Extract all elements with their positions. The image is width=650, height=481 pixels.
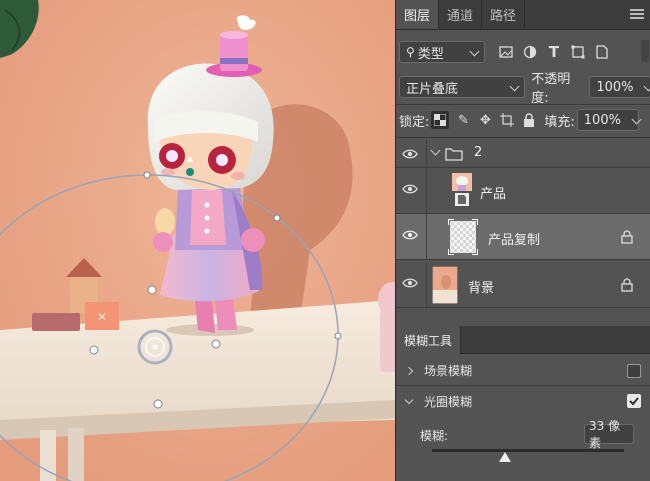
expand-arrow-icon[interactable] <box>404 366 414 375</box>
visibility-eye-icon[interactable] <box>402 229 418 241</box>
field-blur-checkbox[interactable] <box>627 364 641 378</box>
filter-dropdown[interactable]: ⚲ 类型 <box>399 41 485 63</box>
tab-channels[interactable]: 通道 <box>439 0 483 29</box>
blend-row: 正片叠底 不透明度: 100% <box>396 72 650 106</box>
folder-icon <box>445 148 463 161</box>
panel-tabs: 图层 通道 路径 <box>396 0 650 30</box>
layer-thumbnail <box>432 266 458 304</box>
layer-name: 背景 <box>468 281 495 296</box>
smart-object-filter-icon[interactable] <box>593 43 611 61</box>
panel-menu-icon[interactable] <box>630 9 644 21</box>
lock-icon <box>621 230 633 244</box>
lock-position-move-icon[interactable]: ✥ <box>476 111 494 129</box>
layer-product-copy[interactable]: 产品复制 <box>396 214 650 260</box>
layer-name: 2 <box>474 145 483 160</box>
blend-mode-value: 正片叠底 <box>406 81 459 97</box>
blend-mode-dropdown[interactable]: 正片叠底 <box>399 76 526 98</box>
svg-text:✕: ✕ <box>97 310 107 324</box>
shape-filter-icon[interactable] <box>569 43 587 61</box>
lock-icon <box>621 278 633 292</box>
opacity-value: 100% <box>596 79 634 95</box>
photoshop-window: ✕ 图层 通道 路径 ⚲ 类型 T 正片叠底 不透明度: 100% 锁定: ✎ … <box>0 0 650 481</box>
iris-blur-checkbox[interactable] <box>627 394 641 408</box>
blur-amount-value: 33 像素 <box>589 419 621 450</box>
lock-artboard-icon[interactable] <box>498 111 516 129</box>
visibility-eye-icon[interactable] <box>402 183 418 195</box>
layer-product[interactable]: 产品 <box>396 168 650 214</box>
filter-row: ⚲ 类型 T <box>396 40 650 64</box>
tab-paths[interactable]: 路径 <box>482 0 526 29</box>
canvas-artwork: ✕ <box>0 0 395 481</box>
figure-arm <box>155 208 175 236</box>
filter-label: 类型 <box>417 46 444 62</box>
field-blur-row[interactable]: 场景模糊 <box>396 356 650 386</box>
opacity-label: 不透明度: <box>531 72 571 106</box>
layer-background[interactable]: 背景 <box>396 262 650 308</box>
group-expand-chevron-icon[interactable] <box>430 145 441 156</box>
lock-all-icon[interactable] <box>520 111 538 129</box>
visibility-eye-icon[interactable] <box>402 277 418 289</box>
blur-amount-input[interactable]: 33 像素 <box>584 419 634 450</box>
layer-thumbnail <box>452 173 472 206</box>
layer-thumbnail <box>448 219 478 255</box>
lock-row: 锁定: ✎ ✥ 填充: 100% <box>396 108 650 132</box>
blur-slider-thumb[interactable] <box>498 452 511 462</box>
layer-name: 产品复制 <box>488 233 541 248</box>
opacity-input[interactable]: 100% <box>589 76 650 98</box>
lock-pixels-brush-icon[interactable]: ✎ <box>454 111 472 129</box>
fill-input[interactable]: 100% <box>576 109 642 131</box>
lock-transparency-icon[interactable] <box>431 111 450 129</box>
layer-name: 产品 <box>480 187 507 202</box>
blur-amount-label: 模糊: <box>420 429 449 443</box>
visibility-eye-icon[interactable] <box>402 148 418 160</box>
collapse-arrow-icon[interactable] <box>404 395 414 404</box>
image-filter-icon[interactable] <box>497 43 515 61</box>
field-blur-label: 场景模糊 <box>424 364 473 378</box>
layers-panel: 图层 通道 路径 ⚲ 类型 T 正片叠底 不透明度: 100% 锁定: ✎ ✥ … <box>395 0 650 481</box>
adjustment-filter-icon[interactable] <box>521 43 539 61</box>
blur-tools-tabbar: 模糊工具 <box>396 326 650 354</box>
iris-blur-row[interactable]: 光圈模糊 <box>396 386 650 416</box>
type-filter-icon[interactable]: T <box>545 43 563 61</box>
blur-slider-track[interactable] <box>432 449 624 452</box>
iris-blur-label: 光圈模糊 <box>424 394 473 409</box>
tab-layers[interactable]: 图层 <box>396 0 440 29</box>
fill-label: 填充: <box>544 114 575 130</box>
fill-value: 100% <box>583 112 621 128</box>
lock-label: 锁定: <box>399 114 430 130</box>
image-canvas[interactable]: ✕ <box>0 0 395 481</box>
search-icon: ⚲ <box>406 45 415 59</box>
tab-blur-tools[interactable]: 模糊工具 <box>396 326 462 354</box>
layer-group-2[interactable]: 2 <box>396 140 650 168</box>
